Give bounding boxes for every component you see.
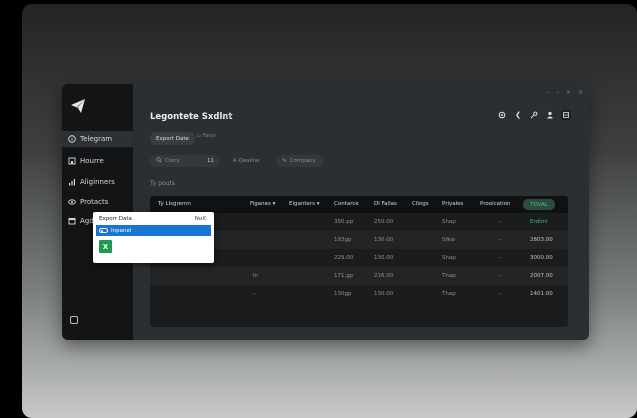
table-cell: 3000.00 xyxy=(530,255,553,261)
toggle-icon[interactable] xyxy=(99,228,108,233)
table-cell: 229.00 xyxy=(334,255,354,261)
sidebar-item-aliginners[interactable]: Aliginners xyxy=(62,174,133,190)
popup-option-label: Inpanel xyxy=(111,227,132,234)
company-filter[interactable]: ✎ Company xyxy=(276,155,324,167)
table-cell: – xyxy=(498,291,501,297)
table-cell: 216.00 xyxy=(374,273,394,279)
export-data-popup: Exporr Data NoX Inpanel X xyxy=(93,212,214,263)
table-cell: 2803.00 xyxy=(530,237,553,243)
table-cell: 130.00 xyxy=(374,291,394,297)
sidebar-item-label: Aliginners xyxy=(80,178,115,186)
column-header[interactable]: Priyales xyxy=(442,201,463,207)
table-cell: Shap xyxy=(442,255,456,261)
settings-icon[interactable] xyxy=(497,110,507,120)
table-cell: – xyxy=(253,291,256,297)
fatal-tab[interactable]: ▫ Fatal xyxy=(197,133,216,139)
table-row[interactable]: – 130gp 130.00 Thap – 1401.00 xyxy=(150,285,568,303)
chart-icon xyxy=(68,178,76,186)
window-toggle-icon[interactable] xyxy=(70,316,78,324)
search-icon xyxy=(156,157,162,165)
table-cell: 130.00 xyxy=(374,237,394,243)
restore-icon[interactable]: – xyxy=(556,89,559,96)
sidebar-item-label: Telegram xyxy=(80,135,113,143)
table-cell: – xyxy=(498,255,501,261)
table-cell: 193gp xyxy=(334,237,352,243)
table-cell: In xyxy=(253,273,259,279)
home-icon xyxy=(68,157,76,165)
section-label: Ty pouts xyxy=(150,180,175,187)
query-badge: 11 xyxy=(207,158,214,164)
sidebar-item-hourre[interactable]: Hourre xyxy=(62,153,133,169)
table-cell: 130.00 xyxy=(374,255,394,261)
table-header: Ty Llsgremn Figanes ▾ Elganters ▾ Contar… xyxy=(150,196,568,213)
telegram-logo-icon[interactable] xyxy=(70,98,86,114)
export-date-button[interactable]: Export Date xyxy=(150,132,195,145)
table-cell: – xyxy=(498,237,501,243)
sidebar-item-telegram[interactable]: Telegram xyxy=(62,131,133,147)
popup-title: Exporr Data xyxy=(99,216,132,222)
fatal-label: Fatal xyxy=(202,133,216,139)
column-header[interactable]: Proolcation xyxy=(480,201,511,207)
close-icon[interactable]: × xyxy=(566,89,571,96)
table-cell: 130gp xyxy=(334,291,352,297)
table-row[interactable]: In 171.gp 216.00 Thap – 2007.00 xyxy=(150,267,568,285)
popup-close-button[interactable]: NoX xyxy=(195,216,206,222)
table-cell: – xyxy=(498,273,501,279)
header-actions: ❮ xyxy=(497,110,571,120)
table-cell: 171.gp xyxy=(334,273,354,279)
total-column-header[interactable]: TOVAL xyxy=(523,199,555,210)
edit-icon: ✎ xyxy=(282,158,287,164)
table-cell: 250.00 xyxy=(374,219,394,225)
search-input[interactable]: Ctery 11 xyxy=(150,155,220,167)
eye-icon xyxy=(68,198,76,206)
file-icon: ▫ xyxy=(197,133,201,139)
table-cell: Sfkw xyxy=(442,237,456,243)
key-icon[interactable] xyxy=(529,110,539,120)
table-cell: Thap xyxy=(442,273,456,279)
table-cell: – xyxy=(498,219,501,225)
info-circle-icon xyxy=(68,135,76,143)
calendar-icon xyxy=(68,217,76,225)
minimize-icon[interactable]: – xyxy=(546,89,549,96)
table-cell: Thap xyxy=(442,291,456,297)
qualifier-label: A Qealine xyxy=(233,158,260,164)
table-cell: 350.pp xyxy=(334,219,354,225)
menu-icon[interactable] xyxy=(561,110,571,120)
table-cell: 2007.00 xyxy=(530,273,553,279)
sidebar-item-label: Protacts xyxy=(80,198,109,206)
column-header[interactable]: Figanes ▾ xyxy=(250,201,275,207)
share-icon[interactable]: ❮ xyxy=(513,110,523,120)
qualifier-filter[interactable]: A Qealine xyxy=(227,155,273,167)
table-cell: 1401.00 xyxy=(530,291,553,297)
window-controls: – – × × xyxy=(546,89,583,96)
popup-option-inpanel[interactable]: Inpanel xyxy=(96,225,211,236)
column-header[interactable]: Contarce xyxy=(334,201,359,207)
page-subtitle: • fo xyxy=(221,113,233,120)
user-icon[interactable] xyxy=(545,110,555,120)
column-header[interactable]: Ty Llsgremn xyxy=(158,201,191,207)
popup-header: Exporr Data NoX xyxy=(93,212,214,225)
close-icon[interactable]: × xyxy=(578,89,583,96)
column-header[interactable]: Elganters ▾ xyxy=(289,201,320,207)
column-header[interactable]: Cllogs xyxy=(412,201,429,207)
company-label: Company xyxy=(289,158,316,164)
search-query: Ctery xyxy=(165,158,180,164)
sidebar-item-protacts[interactable]: Protacts xyxy=(62,194,133,210)
sidebar-item-label: Hourre xyxy=(80,157,104,165)
table-cell: Erdlml xyxy=(530,219,548,225)
column-header[interactable]: Dl Fallas xyxy=(374,201,397,207)
table-cell: Shap xyxy=(442,219,456,225)
excel-icon[interactable]: X xyxy=(99,240,112,253)
